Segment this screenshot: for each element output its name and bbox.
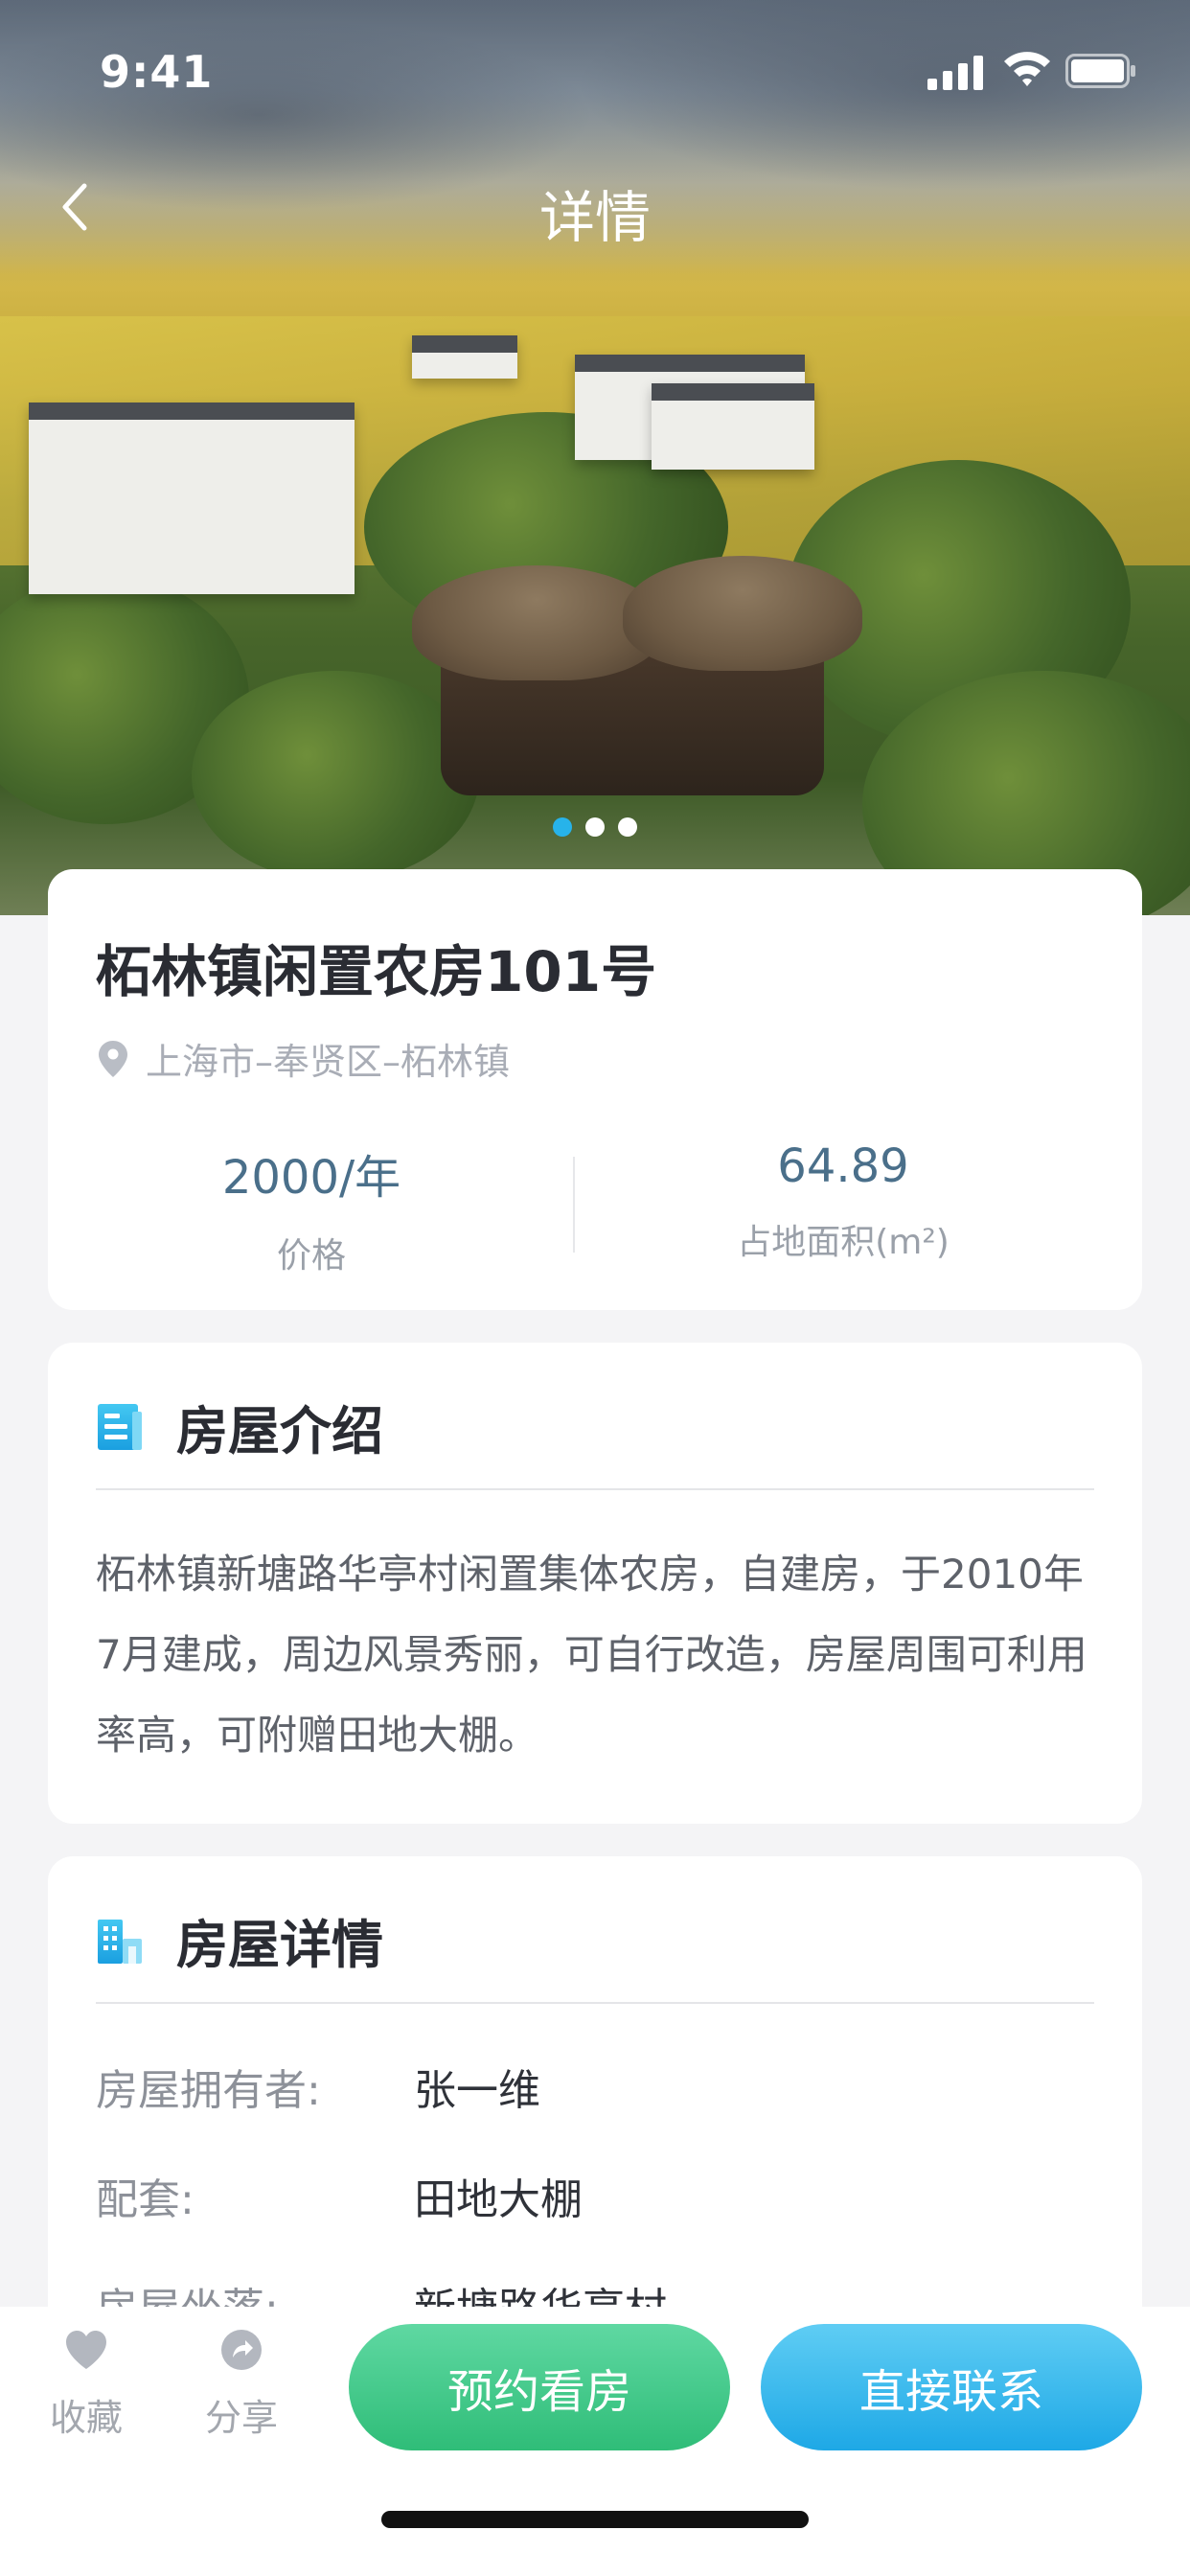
wifi-icon xyxy=(1004,52,1050,86)
address-text: 上海市–奉贤区–柘林镇 xyxy=(146,1041,511,1083)
book-viewing-label: 预约看房 xyxy=(446,2365,631,2419)
details-title: 房屋详情 xyxy=(176,1915,383,1975)
location-pin-icon xyxy=(99,1040,127,1077)
detail-value: 田地大棚 xyxy=(414,2175,583,2224)
share-label: 分享 xyxy=(204,2397,278,2439)
carousel-indicator xyxy=(0,817,1190,837)
cellular-signal-icon xyxy=(927,56,983,90)
divider xyxy=(96,2002,1094,2004)
detail-value: 张一维 xyxy=(414,2066,540,2115)
share-icon xyxy=(221,2330,262,2370)
share-button[interactable]: 分享 xyxy=(184,2329,299,2441)
contact-directly-button[interactable]: 直接联系 xyxy=(761,2324,1142,2450)
detail-key: 房屋拥有者: xyxy=(96,2066,321,2115)
favorite-button[interactable]: 收藏 xyxy=(29,2329,144,2441)
details-header: 房屋详情 xyxy=(96,1902,383,1978)
divider xyxy=(96,1488,1094,1490)
intro-title: 房屋介绍 xyxy=(176,1401,383,1461)
listing-title: 柘林镇闲置农房101号 xyxy=(96,939,657,1004)
heart-icon xyxy=(66,2331,106,2369)
area-value: 64.89 xyxy=(777,1139,909,1193)
house-intro-card: 房屋介绍 柘林镇新塘路华亭村闲置集体农房，自建房，于2010年7月建成，周边风景… xyxy=(48,1343,1142,1824)
price-label: 价格 xyxy=(276,1236,346,1276)
status-time: 9:41 xyxy=(100,46,214,98)
page-title: 详情 xyxy=(538,185,651,250)
book-viewing-button[interactable]: 预约看房 xyxy=(349,2324,730,2450)
detail-row-facilities: 配套: 田地大棚 xyxy=(96,2165,583,2226)
contact-label: 直接联系 xyxy=(858,2365,1043,2419)
detail-row-owner: 房屋拥有者: 张一维 xyxy=(96,2056,540,2117)
stat-divider xyxy=(573,1157,575,1253)
favorite-label: 收藏 xyxy=(49,2397,123,2439)
battery-icon xyxy=(1065,54,1135,88)
address-row: 上海市–奉贤区–柘林镇 xyxy=(98,1032,510,1085)
carousel-dot-2[interactable] xyxy=(585,817,605,837)
area-label: 占地面积(m²) xyxy=(737,1223,950,1262)
home-indicator xyxy=(381,2511,809,2528)
document-icon xyxy=(98,1403,142,1450)
building-icon xyxy=(98,1919,142,1964)
intro-header: 房屋介绍 xyxy=(96,1389,383,1464)
listing-summary-card: 柘林镇闲置农房101号 上海市–奉贤区–柘林镇 2000/年 价格 64.89 … xyxy=(48,869,1142,1310)
price-value: 2000/年 xyxy=(221,1151,401,1205)
status-bar: 9:41 xyxy=(0,0,1190,144)
detail-page: 9:41 详情 柘林镇闲置农房101号 上海市–奉贤区–柘林镇 2000/年 价… xyxy=(0,0,1190,2576)
carousel-dot-1[interactable] xyxy=(553,817,572,837)
price-stat: 2000/年 价格 xyxy=(81,1139,541,1277)
carousel-dot-3[interactable] xyxy=(618,817,637,837)
detail-key: 配套: xyxy=(96,2175,195,2224)
intro-text: 柘林镇新塘路华亭村闲置集体农房，自建房，于2010年7月建成，周边风景秀丽，可自… xyxy=(96,1551,1087,1759)
area-stat: 64.89 占地面积(m²) xyxy=(613,1139,1073,1264)
